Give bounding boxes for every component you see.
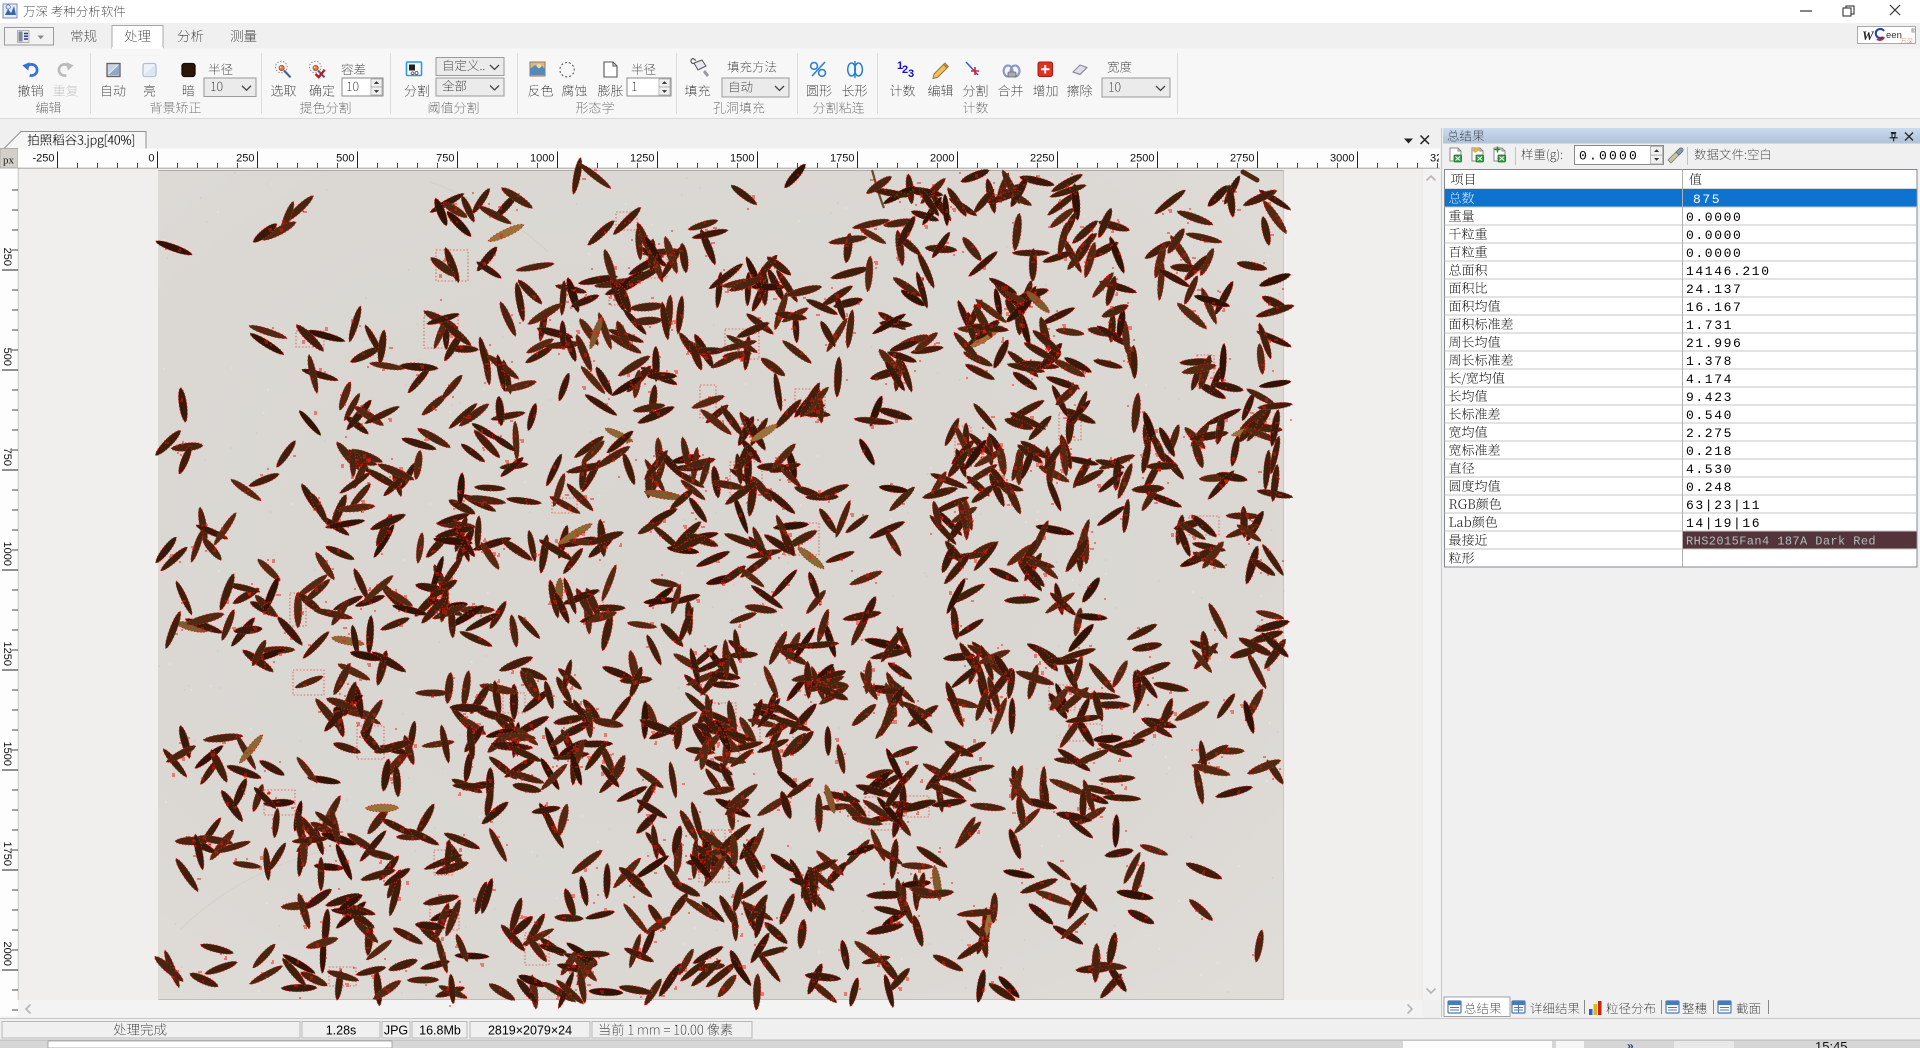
svg-text:1250: 1250 <box>630 153 654 165</box>
svg-text:1500: 1500 <box>1 742 13 766</box>
svg-text:3000: 3000 <box>1330 153 1354 165</box>
svg-text:14|19|16: 14|19|16 <box>1686 516 1761 531</box>
svg-text:14146.210: 14146.210 <box>1686 264 1771 279</box>
svg-text:21.996: 21.996 <box>1686 336 1742 351</box>
svg-text:RHS2015Fan4 187A Dark Red: RHS2015Fan4 187A Dark Red <box>1686 535 1876 549</box>
svg-text:0.0000: 0.0000 <box>1579 149 1639 164</box>
svg-text:16.167: 16.167 <box>1686 300 1742 315</box>
svg-text:1.28s: 1.28s <box>326 1024 357 1038</box>
svg-text:-250: -250 <box>32 153 54 165</box>
svg-text:9.423: 9.423 <box>1686 390 1733 405</box>
svg-text:0.540: 0.540 <box>1686 408 1733 423</box>
svg-text:0.0000: 0.0000 <box>1686 246 1742 261</box>
svg-text:2.275: 2.275 <box>1686 426 1733 441</box>
svg-text:een: een <box>1886 30 1902 41</box>
svg-text:1000: 1000 <box>530 153 554 165</box>
svg-text:px: px <box>3 155 15 167</box>
svg-text:»: » <box>1627 1039 1634 1048</box>
svg-text:2000: 2000 <box>1 942 13 966</box>
svg-text:16.8Mb: 16.8Mb <box>419 1024 461 1038</box>
svg-text:4.530: 4.530 <box>1686 462 1733 477</box>
svg-text:1250: 1250 <box>1 642 13 666</box>
svg-text:2000: 2000 <box>930 153 954 165</box>
svg-text:63|23|11: 63|23|11 <box>1686 498 1761 513</box>
svg-text:500: 500 <box>336 153 354 165</box>
svg-text:W: W <box>1862 28 1875 43</box>
svg-text:250: 250 <box>1 248 13 266</box>
svg-text:3: 3 <box>908 68 914 80</box>
svg-text:4.174: 4.174 <box>1686 372 1733 387</box>
svg-text:0.0000: 0.0000 <box>1686 210 1742 225</box>
svg-text:15:45: 15:45 <box>1815 1039 1848 1048</box>
svg-text:2750: 2750 <box>1230 153 1254 165</box>
svg-text:1750: 1750 <box>1 842 13 866</box>
svg-text:®: ® <box>1911 28 1916 35</box>
svg-text:1500: 1500 <box>730 153 754 165</box>
svg-text:1.731: 1.731 <box>1686 318 1733 333</box>
svg-text:500: 500 <box>1 348 13 366</box>
svg-text:JPG: JPG <box>384 1024 408 1038</box>
svg-text:0.218: 0.218 <box>1686 444 1733 459</box>
svg-text:2500: 2500 <box>1130 153 1154 165</box>
svg-text:2819×2079×24: 2819×2079×24 <box>488 1024 572 1038</box>
svg-text:1750: 1750 <box>830 153 854 165</box>
svg-text:750: 750 <box>1 448 13 466</box>
svg-text:1.378: 1.378 <box>1686 354 1733 369</box>
svg-text:24.137: 24.137 <box>1686 282 1742 297</box>
svg-text:250: 250 <box>236 153 254 165</box>
svg-text:0.0000: 0.0000 <box>1686 228 1742 243</box>
svg-text:2250: 2250 <box>1030 153 1054 165</box>
svg-text:750: 750 <box>436 153 454 165</box>
svg-text:0: 0 <box>148 153 154 165</box>
svg-text:875: 875 <box>1693 192 1721 207</box>
svg-text:0.248: 0.248 <box>1686 480 1733 495</box>
svg-text:1000: 1000 <box>1 542 13 566</box>
